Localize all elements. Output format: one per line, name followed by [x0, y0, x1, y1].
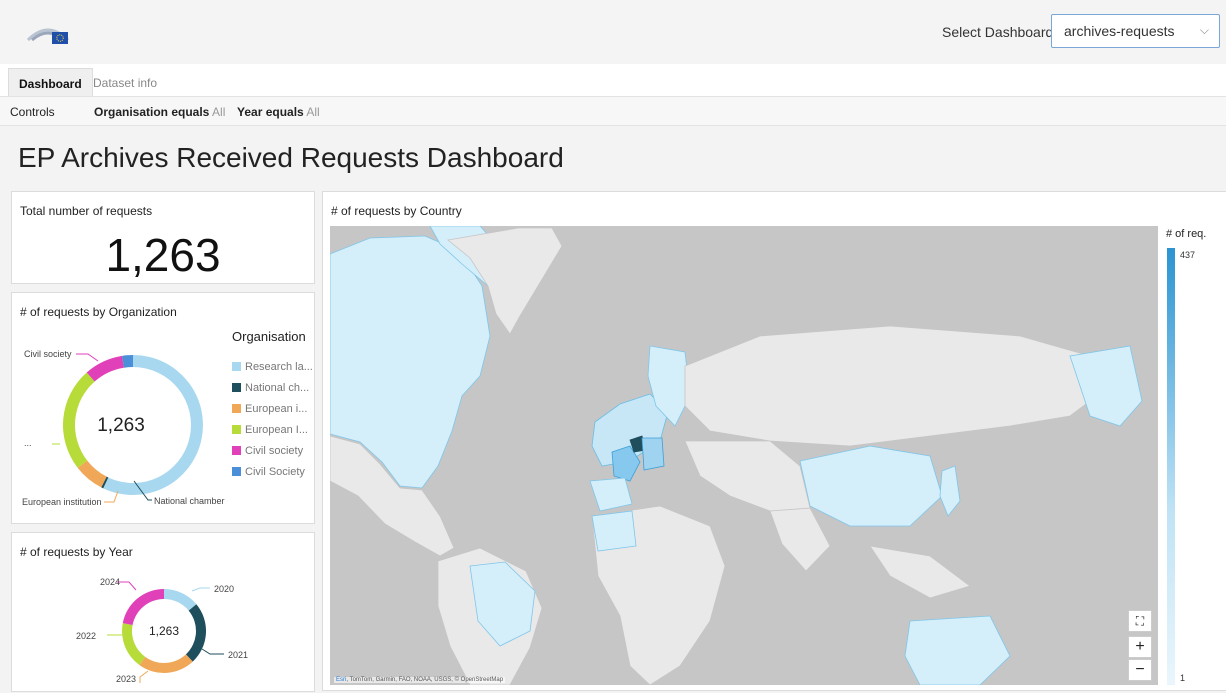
legend-swatch	[232, 404, 241, 413]
year-label-2023: 2023	[116, 674, 137, 684]
tab-bar: Dashboard Dataset info	[0, 64, 1226, 96]
legend-swatch	[232, 362, 241, 371]
donut-slice-2021[interactable]	[185, 604, 206, 662]
year-label-2024: 2024	[100, 577, 121, 587]
organisation-filter-value: All	[212, 105, 226, 119]
legend-swatch	[232, 383, 241, 392]
fullscreen-icon[interactable]: ⛶	[1128, 610, 1152, 632]
donut-label-national-chamber: National chamber	[154, 496, 225, 506]
donut-label-civil-society: Civil society	[24, 349, 72, 359]
zoom-out-button[interactable]: −	[1128, 659, 1152, 681]
tab-dashboard[interactable]: Dashboard	[8, 68, 93, 96]
legend-item-civil-society[interactable]: Civil society	[232, 445, 303, 457]
region-middle-east[interactable]	[684, 440, 811, 512]
legend-label: Civil Society	[245, 466, 305, 478]
year-donut-center: 1,263	[149, 624, 179, 638]
year-filter[interactable]: Year equals All	[237, 105, 320, 119]
region-alaska[interactable]	[1069, 345, 1143, 427]
controls-label[interactable]: Controls	[10, 105, 55, 119]
map-title: # of requests by Country	[331, 204, 462, 218]
donut-label-european-institution: European institution	[22, 497, 102, 507]
donut-slice-european-i[interactable]	[77, 460, 107, 488]
year-label-2020: 2020	[214, 584, 235, 594]
controls-bar: Controls Organisation equals All Year eq…	[0, 96, 1226, 126]
region-iberia[interactable]	[589, 477, 633, 512]
organization-legend-title: Organisation	[232, 329, 306, 344]
organization-donut-center: 1,263	[97, 415, 145, 436]
donut-slice-2023[interactable]	[139, 654, 193, 673]
donut-label-ellipsis: ...	[24, 438, 32, 448]
region-russia[interactable]	[684, 325, 1111, 447]
year-label-2022: 2022	[76, 631, 97, 641]
kpi-title: Total number of requests	[20, 204, 153, 218]
region-north-africa[interactable]	[591, 510, 637, 552]
zoom-in-button[interactable]: +	[1128, 636, 1152, 658]
region-indonesia[interactable]	[869, 545, 971, 599]
legend-label: European i...	[245, 403, 308, 415]
european-parliament-logo	[26, 28, 70, 44]
legend-item-national[interactable]: National ch...	[232, 382, 309, 394]
region-india[interactable]	[769, 507, 831, 572]
donut-slice-civil-society[interactable]	[86, 355, 124, 382]
year-filter-value: All	[306, 105, 320, 119]
year-donut-chart: 1,263	[107, 581, 224, 683]
organisation-filter[interactable]: Organisation equals All	[94, 105, 225, 119]
organization-chart-card[interactable]: # of requests by Organization 1,263 Civi…	[11, 292, 315, 524]
donut-slice-european-l[interactable]	[62, 372, 95, 468]
legend-swatch	[232, 425, 241, 434]
legend-item-civil-society-2[interactable]: Civil Society	[232, 466, 305, 478]
year-2021-leader-line	[201, 648, 224, 655]
year-chart-card[interactable]: # of requests by Year 1,263 2024 2020 20…	[11, 532, 315, 692]
legend-swatch	[232, 467, 241, 476]
year-2020-leader-line	[191, 587, 210, 592]
legend-label: European I...	[245, 424, 308, 436]
kpi-value: 1,263	[105, 229, 221, 281]
map-scale-max: 437	[1180, 250, 1196, 260]
legend-label: National ch...	[245, 382, 310, 394]
world-map[interactable]: Esri, TomTom, Garmin, FAO, NOAA, USGS, ©…	[330, 226, 1158, 685]
year-filter-label: Year equals	[237, 105, 304, 119]
tab-dataset-info[interactable]: Dataset info	[83, 68, 167, 96]
year-2023-leader-line	[139, 670, 149, 683]
kpi-card[interactable]: Total number of requests 1,263	[11, 191, 315, 284]
legend-item-european-l[interactable]: European I...	[232, 424, 308, 436]
dashboard-select-value: archives-requests	[1064, 23, 1175, 39]
legend-swatch	[232, 446, 241, 455]
organisation-filter-label: Organisation equals	[94, 105, 210, 119]
world-map-svg	[330, 226, 1143, 685]
esri-link[interactable]: Esri	[336, 677, 346, 683]
donut-slice-2020[interactable]	[164, 589, 197, 611]
map-scale-title: # of req.	[1166, 228, 1207, 240]
map-scale-bar	[1167, 248, 1175, 685]
legend-item-research[interactable]: Research la...	[232, 361, 313, 373]
donut-slice-civil-society-2[interactable]	[122, 355, 133, 368]
donut-slice-2024[interactable]	[122, 589, 164, 626]
map-attribution-text: , TomTom, Garmin, FAO, NOAA, USGS, © Ope…	[346, 677, 504, 683]
top-bar: Select Dashboard archives-requests ⌵	[0, 0, 1226, 64]
legend-label: Civil society	[245, 445, 304, 457]
dashboard-select[interactable]: archives-requests ⌵	[1051, 14, 1220, 48]
region-germany[interactable]	[641, 437, 665, 471]
page-title: EP Archives Received Requests Dashboard	[18, 142, 564, 173]
civil-society-leader-line	[76, 353, 99, 362]
legend-label: Research la...	[245, 361, 313, 373]
year-label-2021: 2021	[228, 650, 249, 660]
map-attribution: Esri, TomTom, Garmin, FAO, NOAA, USGS, ©…	[334, 677, 506, 683]
donut-slice-2022[interactable]	[122, 623, 146, 665]
chevron-down-icon: ⌵	[1199, 23, 1209, 37]
region-japan[interactable]	[939, 465, 961, 517]
legend-item-european-i[interactable]: European i...	[232, 403, 307, 415]
select-dashboard-label: Select Dashboard	[942, 24, 1054, 40]
map-scale-min: 1	[1180, 673, 1186, 683]
region-china[interactable]	[799, 445, 943, 527]
region-australia[interactable]	[904, 615, 1011, 685]
